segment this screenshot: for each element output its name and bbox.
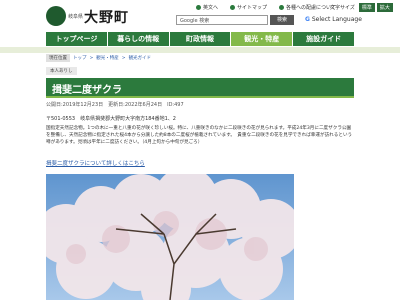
- page-address: 〒501-0553 岐阜県揖斐郡大野町大字南方184番地1、2: [46, 116, 176, 122]
- details-link[interactable]: 揖斐二度ザクラについて詳しくはこちら: [46, 159, 145, 167]
- header-link-accessibility[interactable]: 各種への配慮について: [279, 4, 336, 11]
- page-title: 揖斐二度ザクラ: [52, 85, 122, 96]
- font-size-label: 文字サイズ: [330, 5, 355, 11]
- nav-item-government[interactable]: 町政情報: [169, 32, 232, 46]
- google-icon: G: [305, 16, 310, 23]
- page-description: 国指定天然記念物。1つの木に一重と八重の花が咲く珍しい桜。特に、八重咲きのなかに…: [46, 126, 353, 146]
- header-link-sitemap[interactable]: サイトマップ: [230, 4, 267, 11]
- nav-item-living[interactable]: 暮らしの情報: [107, 32, 170, 46]
- cherry-blossom-photo: [46, 174, 294, 300]
- main-nav: トップページ 暮らしの情報 町政情報 観光・特産 施設ガイド: [46, 32, 354, 46]
- site-title[interactable]: 大野町: [84, 7, 129, 27]
- font-size-controls: 文字サイズ 標準 拡大: [330, 3, 393, 12]
- town-logo-icon[interactable]: [46, 6, 66, 26]
- nav-item-facilities[interactable]: 施設ガイド: [293, 32, 354, 46]
- page-title-box: 揖斐二度ザクラ: [46, 78, 354, 98]
- english-icon: [196, 5, 201, 10]
- site-header: 岐阜県 大野町 英文へ サイトマップ 各種への配慮について 文字サイズ 標準 拡…: [0, 0, 400, 30]
- font-standard-button[interactable]: 標準: [358, 3, 375, 12]
- header-link-english[interactable]: 英文へ: [196, 4, 218, 11]
- breadcrumb-label: 現在位置: [46, 54, 70, 62]
- cherry-blossom-image: [46, 174, 294, 300]
- breadcrumb-item[interactable]: トップ: [73, 55, 87, 61]
- font-large-button[interactable]: 拡大: [376, 3, 393, 12]
- prefecture-label: 岐阜県: [68, 14, 84, 20]
- sitemap-icon: [230, 5, 236, 10]
- nav-item-tourism[interactable]: 観光・特産: [231, 32, 294, 46]
- print-label[interactable]: 本人ありし: [46, 67, 77, 75]
- header-links: 英文へ サイトマップ 各種への配慮について: [196, 4, 336, 11]
- breadcrumb: 現在位置 トップ > 観光・特産 > 観光ガイド: [46, 54, 151, 62]
- search-input[interactable]: Google 検索: [176, 15, 268, 25]
- subnav-bar: [0, 47, 400, 53]
- nav-item-top[interactable]: トップページ: [46, 32, 108, 46]
- breadcrumb-item[interactable]: 観光ガイド: [129, 55, 152, 61]
- search-button[interactable]: 検索: [270, 15, 294, 25]
- breadcrumb-item[interactable]: 観光・特産: [96, 55, 119, 61]
- accessibility-icon: [279, 5, 285, 10]
- page-meta: 公開日:2019年12月23日 更新日:2022年6月24日 ID:497: [46, 102, 184, 108]
- language-select[interactable]: G Select Language: [305, 16, 362, 23]
